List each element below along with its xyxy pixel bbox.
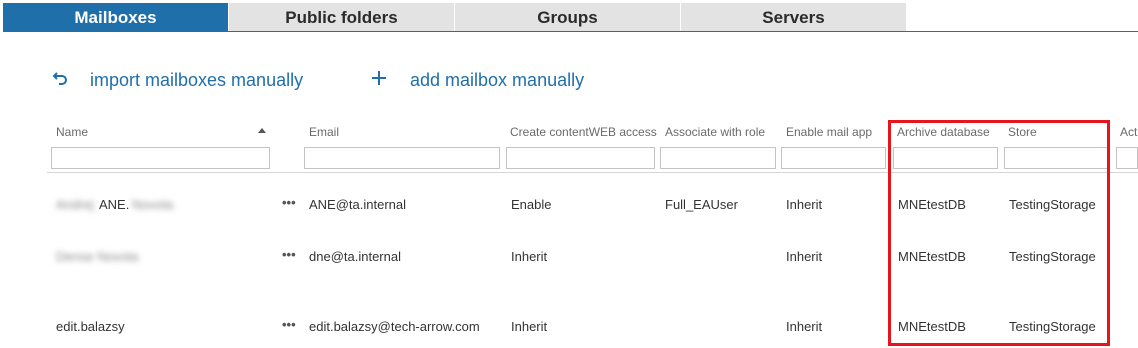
plus-icon bbox=[370, 70, 388, 91]
name-redacted: Dense Novota bbox=[56, 249, 139, 264]
tab-public-folders[interactable]: Public folders bbox=[229, 3, 454, 32]
archive-database-cell: MNEtestDB bbox=[898, 319, 966, 334]
archive-database-cell: MNEtestDB bbox=[898, 249, 966, 264]
store-cell: TestingStorage bbox=[1009, 197, 1096, 212]
row-menu-icon[interactable]: ••• bbox=[282, 317, 296, 332]
row-menu-icon[interactable]: ••• bbox=[282, 195, 296, 210]
undo-arrow-icon bbox=[50, 70, 70, 91]
tab-servers[interactable]: Servers bbox=[681, 3, 906, 32]
filter-email-input[interactable] bbox=[304, 147, 500, 169]
sort-ascending-icon[interactable] bbox=[258, 128, 266, 133]
column-header-store[interactable]: Store bbox=[1008, 125, 1037, 139]
filter-role-input[interactable] bbox=[660, 147, 776, 169]
filter-actions-input[interactable] bbox=[1116, 147, 1138, 169]
column-header-email[interactable]: Email bbox=[309, 125, 339, 139]
filter-contentweb-input[interactable] bbox=[506, 147, 655, 169]
row-menu-icon[interactable]: ••• bbox=[282, 247, 296, 262]
filter-store-input[interactable] bbox=[1004, 147, 1109, 169]
mail-app-cell: Inherit bbox=[786, 319, 823, 334]
grid-header-divider bbox=[47, 172, 1138, 173]
tab-bar-underline bbox=[3, 31, 1138, 32]
import-mailboxes-label: import mailboxes manually bbox=[90, 69, 304, 90]
email-cell: dne@ta.internal bbox=[309, 249, 401, 264]
tab-groups[interactable]: Groups bbox=[455, 3, 680, 32]
column-header-name[interactable]: Name bbox=[56, 125, 88, 139]
contentweb-cell: Inherit bbox=[511, 319, 548, 334]
store-cell: TestingStorage bbox=[1009, 319, 1096, 334]
filter-mail-app-input[interactable] bbox=[781, 147, 886, 169]
archive-database-cell: MNEtestDB bbox=[898, 197, 966, 212]
column-header-mail-app[interactable]: Enable mail app bbox=[786, 125, 872, 139]
column-header-role[interactable]: Associate with role bbox=[665, 125, 765, 139]
add-mailbox-button[interactable]: add mailbox manually bbox=[370, 68, 584, 92]
import-mailboxes-button[interactable]: import mailboxes manually bbox=[50, 68, 303, 92]
filter-archive-database-input[interactable] bbox=[893, 147, 998, 169]
filter-name-input[interactable] bbox=[51, 147, 270, 169]
name-redacted: Novota bbox=[132, 197, 174, 212]
contentweb-cell: Enable bbox=[511, 197, 552, 212]
name-cell: ANE. bbox=[99, 197, 130, 212]
contentweb-cell: Inherit bbox=[511, 249, 548, 264]
column-header-contentweb[interactable]: Create contentWEB access bbox=[510, 125, 657, 139]
name-cell: edit.balazsy bbox=[56, 319, 125, 334]
store-cell: TestingStorage bbox=[1009, 249, 1096, 264]
name-redacted: Andrej bbox=[56, 197, 94, 212]
add-mailbox-label: add mailbox manually bbox=[410, 69, 585, 90]
email-cell: ANE@ta.internal bbox=[309, 197, 407, 212]
mail-app-cell: Inherit bbox=[786, 249, 823, 264]
role-cell: Full_EAUser bbox=[665, 197, 738, 212]
column-header-actions[interactable]: Act bbox=[1120, 125, 1137, 139]
tab-bar: Mailboxes Public folders Groups Servers bbox=[3, 3, 907, 32]
email-cell: edit.balazsy@tech-arrow.com bbox=[309, 319, 480, 334]
column-header-archive-database[interactable]: Archive database bbox=[897, 125, 990, 139]
mail-app-cell: Inherit bbox=[786, 197, 823, 212]
tab-mailboxes[interactable]: Mailboxes bbox=[3, 3, 228, 32]
